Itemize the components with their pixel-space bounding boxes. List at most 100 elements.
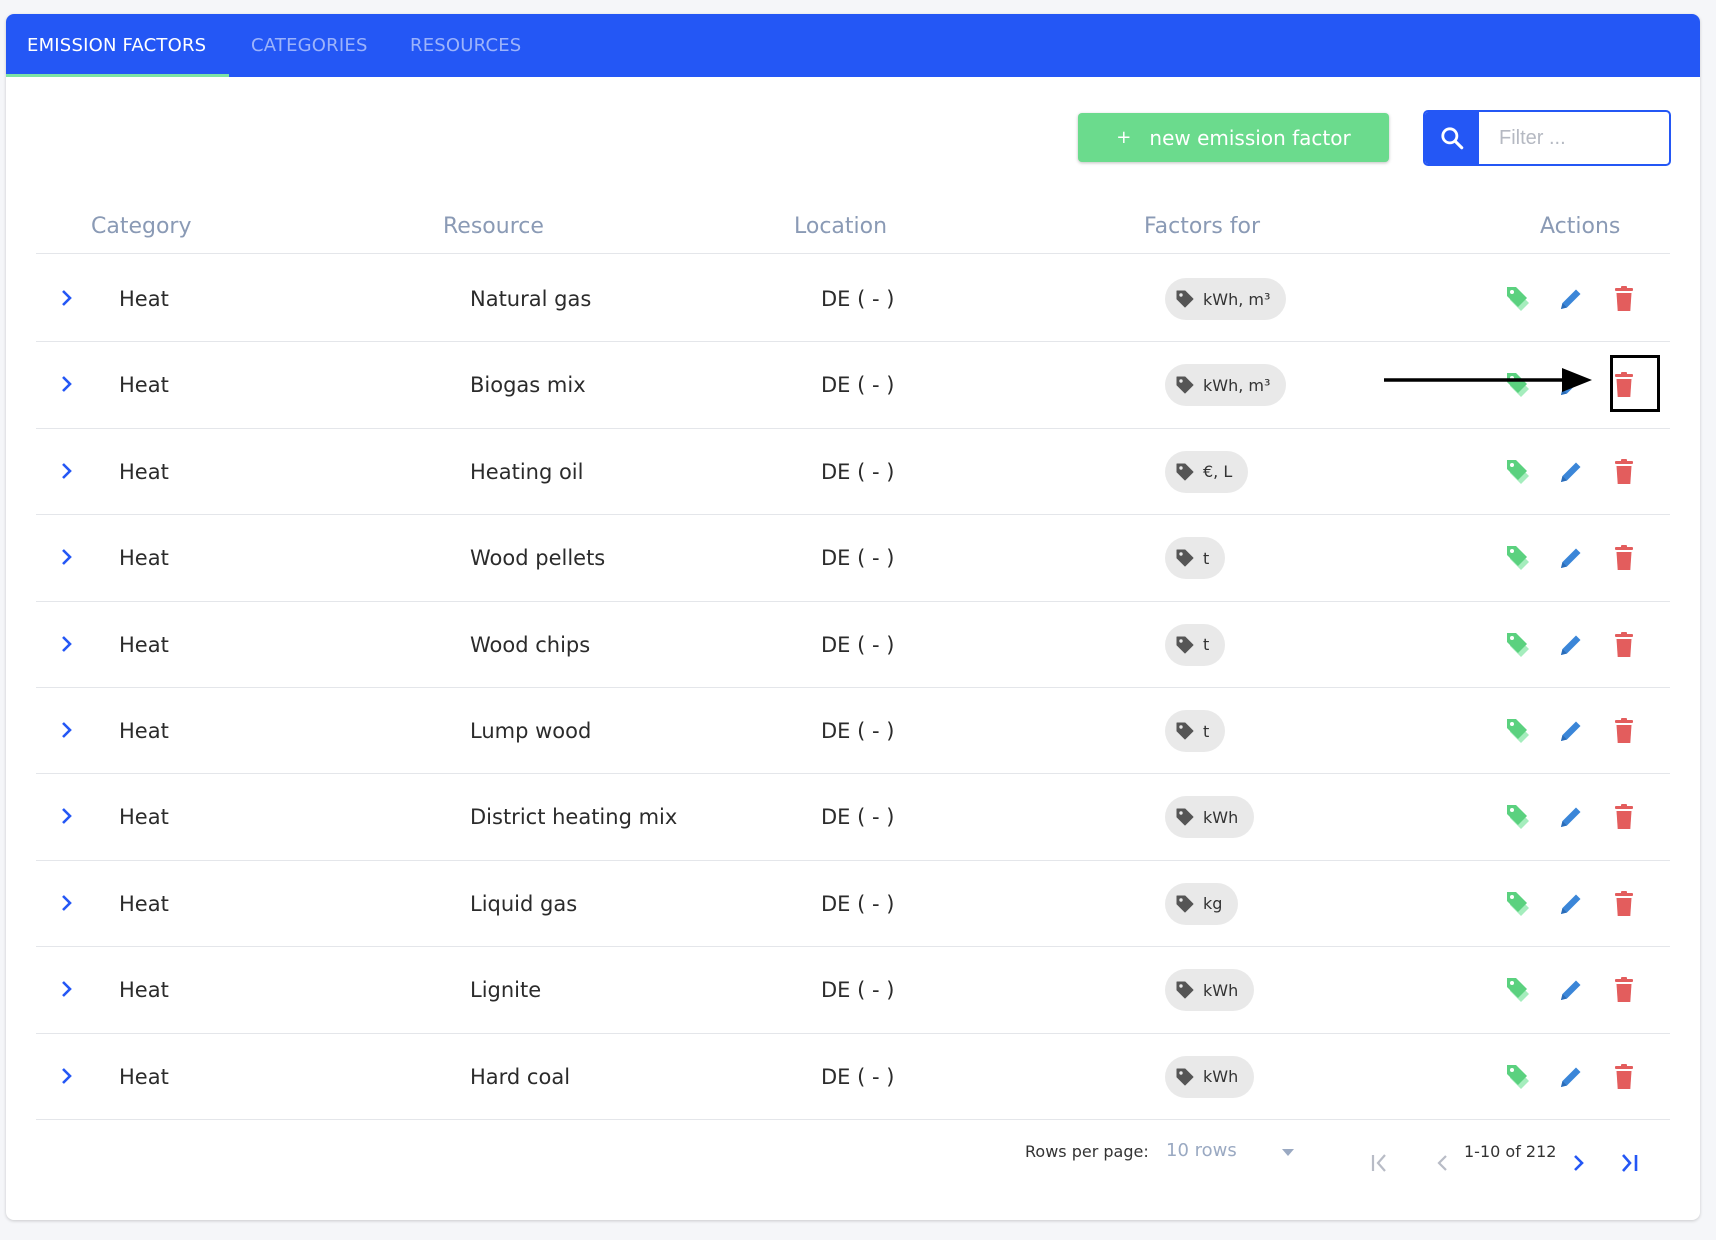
edit-button[interactable] xyxy=(1554,800,1588,834)
delete-button[interactable] xyxy=(1607,455,1641,489)
expand-row-button[interactable] xyxy=(56,806,76,830)
pencil-icon xyxy=(1561,289,1581,309)
manage-factors-button[interactable] xyxy=(1502,887,1536,921)
edit-button[interactable] xyxy=(1554,628,1588,662)
previous-page-button[interactable] xyxy=(1431,1152,1453,1178)
edit-button[interactable] xyxy=(1554,455,1588,489)
manage-factors-button[interactable] xyxy=(1502,1060,1536,1094)
trash-icon xyxy=(1615,631,1633,657)
first-page-button[interactable] xyxy=(1369,1152,1391,1178)
delete-button[interactable] xyxy=(1607,887,1641,921)
delete-button[interactable] xyxy=(1607,541,1641,575)
chevron-right-icon xyxy=(62,290,72,306)
edit-button[interactable] xyxy=(1554,541,1588,575)
expand-row-button[interactable] xyxy=(56,288,76,312)
table-row[interactable]: Heat Wood pellets DE ( - ) t xyxy=(36,515,1670,601)
cell-category: Heat xyxy=(119,546,169,571)
table-row[interactable]: Heat Wood chips DE ( - ) t xyxy=(36,602,1670,688)
table-row[interactable]: Heat Natural gas DE ( - ) kWh, m³ xyxy=(36,256,1670,342)
manage-factors-button[interactable] xyxy=(1502,282,1536,316)
edit-button[interactable] xyxy=(1554,282,1588,316)
cell-category: Heat xyxy=(119,891,169,916)
edit-button[interactable] xyxy=(1554,714,1588,748)
expand-row-button[interactable] xyxy=(56,1066,76,1090)
cell-resource: Liquid gas xyxy=(470,891,578,916)
factors-chip-label: t xyxy=(1203,721,1210,741)
table-row[interactable]: Heat Lignite DE ( - ) kWh xyxy=(36,947,1670,1033)
expand-row-button[interactable] xyxy=(56,634,76,658)
tags-icon xyxy=(1507,805,1529,830)
chevron-right-icon xyxy=(62,894,72,911)
tab-emission-factors[interactable]: EMISSION FACTORS xyxy=(27,14,206,77)
column-header-category[interactable]: Category xyxy=(91,214,192,239)
tags-icon xyxy=(1507,978,1529,1003)
delete-button[interactable] xyxy=(1607,973,1641,1007)
search-button[interactable] xyxy=(1425,112,1479,164)
cell-category: Heat xyxy=(119,1064,169,1089)
last-page-button[interactable] xyxy=(1618,1152,1640,1178)
table-row[interactable]: Heat District heating mix DE ( - ) kWh xyxy=(36,774,1670,860)
chevron-right-icon xyxy=(62,808,72,825)
trash-icon xyxy=(1615,1063,1633,1089)
delete-button[interactable] xyxy=(1607,1060,1641,1094)
expand-row-button[interactable] xyxy=(56,720,76,744)
caret-down-icon xyxy=(1282,1149,1294,1156)
tags-icon xyxy=(1507,287,1529,311)
table-row[interactable]: Heat Lump wood DE ( - ) t xyxy=(36,688,1670,774)
column-header-location[interactable]: Location xyxy=(794,214,887,239)
delete-button[interactable] xyxy=(1607,628,1641,662)
delete-button[interactable] xyxy=(1607,800,1641,834)
table-row[interactable]: Heat Hard coal DE ( - ) kWh xyxy=(36,1034,1670,1120)
trash-icon xyxy=(1615,458,1633,484)
filter-input[interactable] xyxy=(1479,112,1669,164)
pencil-icon xyxy=(1561,635,1581,655)
rows-per-page-select[interactable]: 10 rows xyxy=(1166,1140,1316,1186)
cell-resource: Wood pellets xyxy=(470,546,606,571)
manage-factors-button[interactable] xyxy=(1502,455,1536,489)
pencil-icon xyxy=(1561,548,1581,569)
table-row[interactable]: Heat Liquid gas DE ( - ) kg xyxy=(36,861,1670,947)
factors-chip-label: kWh xyxy=(1203,807,1239,827)
tags-icon xyxy=(1507,459,1529,484)
edit-button[interactable] xyxy=(1554,887,1588,921)
manage-factors-button[interactable] xyxy=(1502,628,1536,662)
edit-button[interactable] xyxy=(1554,1060,1588,1094)
delete-button[interactable] xyxy=(1607,714,1641,748)
delete-button[interactable] xyxy=(1607,282,1641,316)
pencil-icon xyxy=(1561,894,1581,914)
next-page-button[interactable] xyxy=(1568,1152,1590,1178)
header-divider xyxy=(36,253,1670,254)
expand-row-button[interactable] xyxy=(56,979,76,1003)
new-emission-factor-button[interactable]: + new emission factor xyxy=(1078,113,1389,162)
table-row[interactable]: Heat Heating oil DE ( - ) €, L xyxy=(36,429,1670,515)
filter-search-box xyxy=(1423,110,1671,166)
factors-chip-label: kWh xyxy=(1203,1067,1239,1087)
expand-row-button[interactable] xyxy=(56,547,76,571)
cell-location: DE ( - ) xyxy=(821,546,895,571)
factors-chip: t xyxy=(1165,537,1226,580)
search-icon xyxy=(1441,127,1464,150)
factors-chip: kg xyxy=(1165,882,1239,925)
cell-category: Heat xyxy=(119,287,169,311)
last-page-icon xyxy=(1622,1154,1638,1172)
cell-location: DE ( - ) xyxy=(821,719,895,743)
manage-factors-button[interactable] xyxy=(1502,973,1536,1007)
column-header-factors-for[interactable]: Factors for xyxy=(1144,214,1260,239)
tab-resources[interactable]: RESOURCES xyxy=(410,14,521,77)
manage-factors-button[interactable] xyxy=(1502,714,1536,748)
expand-row-button[interactable] xyxy=(56,374,76,398)
cell-resource: Lump wood xyxy=(470,719,592,743)
manage-factors-button[interactable] xyxy=(1502,541,1536,575)
tab-categories[interactable]: CATEGORIES xyxy=(251,14,368,77)
cell-location: DE ( - ) xyxy=(821,632,895,657)
edit-button[interactable] xyxy=(1554,973,1588,1007)
trash-icon xyxy=(1615,545,1633,571)
column-header-actions: Actions xyxy=(1540,214,1621,239)
column-header-resource[interactable]: Resource xyxy=(443,214,544,239)
trash-icon xyxy=(1615,286,1633,311)
cell-location: DE ( - ) xyxy=(821,373,895,398)
expand-row-button[interactable] xyxy=(56,893,76,917)
expand-row-button[interactable] xyxy=(56,461,76,485)
manage-factors-button[interactable] xyxy=(1502,800,1536,834)
chevron-right-icon xyxy=(62,981,72,998)
